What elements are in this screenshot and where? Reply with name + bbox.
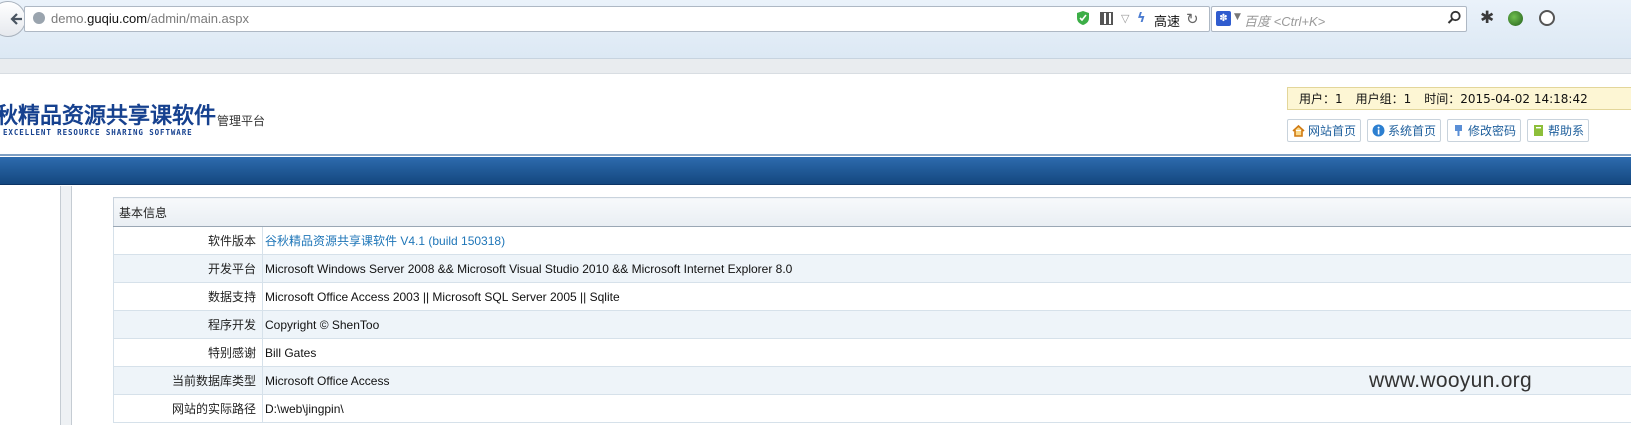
table-row: 数据支持 Microsoft Office Access 2003 || Mic… (113, 282, 1631, 311)
user-group: 用户组：1 (1355, 92, 1412, 106)
chevron-down-icon[interactable]: ▼ (1234, 12, 1241, 22)
table-row: 开发平台 Microsoft Windows Server 2008 && Mi… (113, 254, 1631, 283)
help-button[interactable]: 帮助系 (1527, 119, 1590, 142)
home-icon (1292, 124, 1305, 137)
page-top-strip (0, 59, 1631, 74)
logo-platform-label: 管理平台 (217, 114, 266, 128)
baidu-icon[interactable]: ✽ (1216, 11, 1231, 26)
user-id: 用户：1 (1299, 92, 1343, 106)
search-icon[interactable] (1447, 10, 1462, 25)
back-button[interactable] (0, 1, 26, 37)
table-row: 网站的实际路径 D:\web\jingpin\ (113, 394, 1631, 423)
quick-nav: 网站首页 系统首页 修改密码 帮助系 (1287, 119, 1590, 142)
edit-icon (1455, 125, 1463, 136)
search-input[interactable]: 百度 <Ctrl+K> (1244, 11, 1325, 30)
sidebar-splitter[interactable] (60, 186, 72, 425)
chevron-down-icon[interactable]: ▽ (1121, 12, 1129, 25)
current-time: 时间：2015-04-02 14:18:42 (1424, 92, 1588, 106)
change-password-button[interactable]: 修改密码 (1447, 119, 1522, 142)
reload-icon[interactable]: ↻ (1186, 10, 1199, 28)
row-value: Bill Gates (262, 338, 1631, 367)
qr-code-icon[interactable] (1100, 12, 1113, 25)
palette-icon[interactable] (1539, 10, 1555, 26)
speed-icon[interactable]: ϟ (1137, 11, 1146, 26)
table-row: 程序开发 Copyright © ShenToo (113, 310, 1631, 339)
software-version-link[interactable]: 谷秋精品资源共享课软件 V4.1 (build 150318) (265, 234, 505, 248)
logo-subtitle-en: EXCELLENT RESOURCE SHARING SOFTWARE (3, 128, 193, 137)
row-label: 程序开发 (113, 310, 263, 339)
row-label: 当前数据库类型 (113, 366, 263, 395)
table-heading: 基本信息 (113, 197, 1631, 227)
info-icon (1372, 124, 1385, 137)
table-row: 软件版本 谷秋精品资源共享课软件 V4.1 (build 150318) (113, 226, 1631, 255)
speed-label[interactable]: 高速 (1154, 11, 1180, 30)
back-arrow-icon (10, 13, 22, 25)
address-bar[interactable]: demo.guqiu.com/admin/main.aspx ▽ ϟ 高速 ↻ (24, 6, 1210, 32)
logo-title: 秋精品资源共享课软件 (0, 104, 217, 129)
row-label: 数据支持 (113, 282, 263, 311)
search-bar[interactable]: ✽ ▼ 百度 <Ctrl+K> (1211, 6, 1467, 32)
row-label: 开发平台 (113, 254, 263, 283)
green-addon-icon[interactable] (1508, 11, 1523, 26)
row-value: Copyright © ShenToo (262, 310, 1631, 339)
browser-toolbar: demo.guqiu.com/admin/main.aspx ▽ ϟ 高速 ↻ … (0, 0, 1631, 59)
globe-icon (33, 12, 45, 24)
header-divider (0, 154, 1631, 156)
watermark: www.wooyun.org (1369, 369, 1532, 392)
table-row: 特别感谢 Bill Gates (113, 338, 1631, 367)
main-nav-band (0, 157, 1631, 185)
row-label: 软件版本 (113, 226, 263, 255)
shield-icon[interactable] (1076, 10, 1090, 26)
row-value: D:\web\jingpin\ (262, 394, 1631, 423)
row-value: Microsoft Windows Server 2008 && Microso… (262, 254, 1631, 283)
user-info-bar: 用户：1 用户组：1 时间：2015-04-02 14:18:42 (1287, 87, 1631, 110)
row-label: 特别感谢 (113, 338, 263, 367)
help-icon (1534, 125, 1544, 136)
row-label: 网站的实际路径 (113, 394, 263, 423)
sidebar (0, 186, 60, 425)
system-home-button[interactable]: 系统首页 (1367, 119, 1442, 142)
row-value: Microsoft Office Access 2003 || Microsof… (262, 282, 1631, 311)
site-home-button[interactable]: 网站首页 (1287, 119, 1362, 142)
url-text[interactable]: demo.guqiu.com/admin/main.aspx (51, 11, 249, 26)
row-value: 谷秋精品资源共享课软件 V4.1 (build 150318) (262, 226, 1631, 255)
gear-icon[interactable]: ✱ (1480, 10, 1494, 27)
